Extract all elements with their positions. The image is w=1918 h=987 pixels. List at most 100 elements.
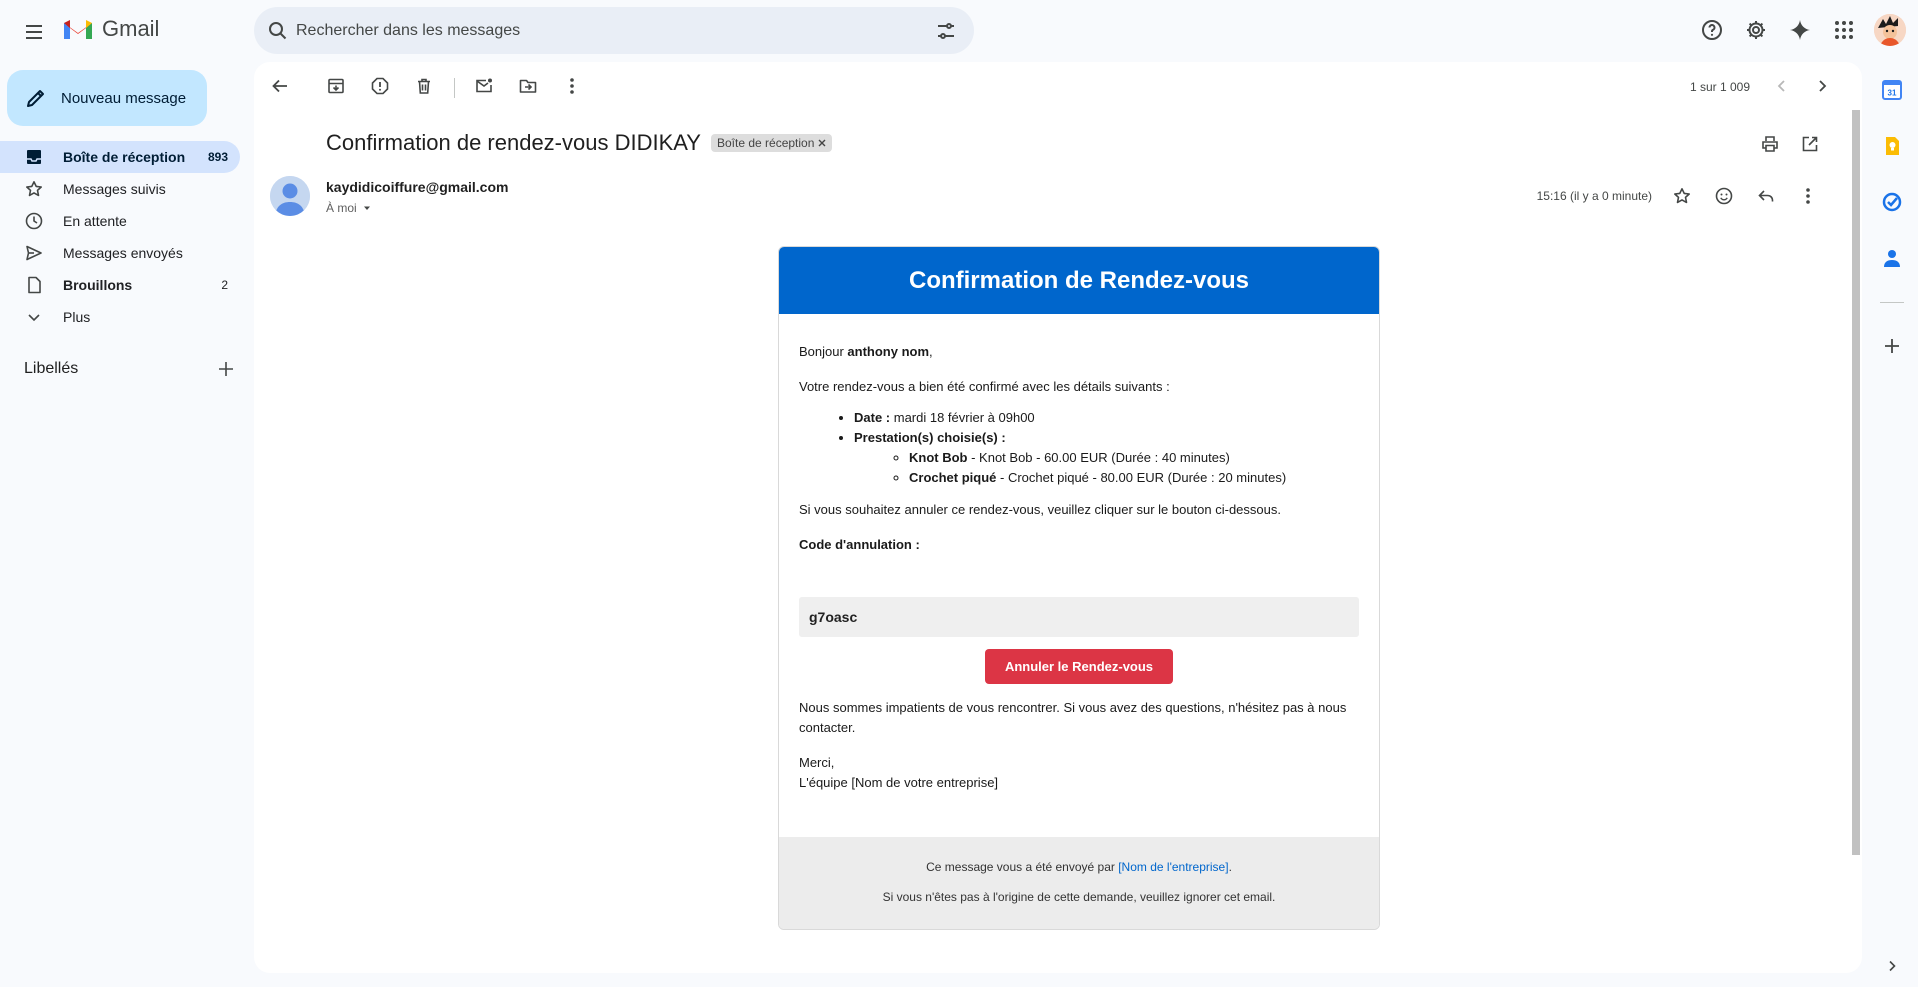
sidebar-item-label: Brouillons <box>63 277 133 293</box>
sidebar-item-label: Messages envoyés <box>63 245 183 261</box>
sidebar-item-drafts[interactable]: Brouillons 2 <box>0 269 240 301</box>
service-item: Crochet piqué - Crochet piqué - 80.00 EU… <box>909 468 1359 488</box>
sidebar-item-snoozed[interactable]: En attente <box>0 205 240 237</box>
services-label: Prestation(s) choisie(s) : <box>854 430 1006 445</box>
add-label-plus-icon[interactable] <box>218 361 234 377</box>
thanks-text: Merci, <box>799 755 835 770</box>
newer-chevron-left-icon[interactable] <box>1762 66 1802 106</box>
greeting-suffix: , <box>929 344 933 359</box>
inbox-icon <box>25 148 43 166</box>
gemini-sparkle-icon[interactable] <box>1780 10 1820 50</box>
date-item: Date : mardi 18 février à 09h00 <box>854 408 1359 428</box>
sidebar-item-label: Messages suivis <box>63 181 166 197</box>
greeting: Bonjour anthony nom, <box>799 342 1359 362</box>
footer-note: Si vous n'êtes pas à l'origine de cette … <box>882 890 1276 904</box>
back-arrow-icon[interactable] <box>260 66 300 106</box>
sender-avatar[interactable] <box>270 176 310 216</box>
compose-button[interactable]: Nouveau message <box>7 70 207 126</box>
sidebar-item-sent[interactable]: Messages envoyés <box>0 237 240 269</box>
sidebar-item-label: Boîte de réception <box>63 149 186 165</box>
search-bar[interactable] <box>254 7 974 54</box>
intro-text: Votre rendez-vous a bien été confirmé av… <box>799 379 1170 394</box>
more-vertical-icon[interactable] <box>552 66 592 106</box>
cancel-code-label: Code d'annulation : <box>799 537 920 552</box>
chevron-down-icon <box>25 308 43 326</box>
greeting-prefix: Bonjour <box>799 344 848 359</box>
apps-grid-icon[interactable] <box>1824 10 1864 50</box>
mark-unread-icon[interactable] <box>464 66 504 106</box>
draft-file-icon <box>25 276 43 294</box>
move-to-folder-icon[interactable] <box>508 66 548 106</box>
side-panel-divider <box>1880 302 1904 303</box>
email-body-card: Confirmation de Rendez-vous Bonjour anth… <box>778 246 1380 930</box>
sidebar-item-label: En attente <box>63 213 127 229</box>
older-chevron-right-icon[interactable] <box>1802 66 1842 106</box>
labels-title: Libellés <box>24 360 79 377</box>
show-side-panel-chevron-icon[interactable] <box>1876 950 1908 982</box>
report-spam-icon[interactable] <box>360 66 400 106</box>
draft-count: 2 <box>221 278 228 292</box>
open-new-window-icon[interactable] <box>1792 126 1828 162</box>
unread-count: 893 <box>207 150 228 164</box>
sidebar-item-inbox[interactable]: Boîte de réception 893 <box>0 141 240 173</box>
sidebar-item-starred[interactable]: Messages suivis <box>0 173 240 205</box>
message-more-vertical-icon[interactable] <box>1788 176 1828 216</box>
calendar-app-icon[interactable]: 31 <box>1876 74 1908 106</box>
search-options-icon[interactable] <box>922 7 970 55</box>
recipient-label: À moi <box>326 201 357 215</box>
footer-sent-by: Ce message vous a été envoyé par [Nom de… <box>779 860 1379 875</box>
date-label: Date : <box>854 410 891 425</box>
archive-icon[interactable] <box>316 66 356 106</box>
labels-section-header: Libellés <box>24 360 234 378</box>
send-icon <box>25 244 43 262</box>
side-panel: 31 <box>1866 62 1918 987</box>
settings-gear-icon[interactable] <box>1736 10 1776 50</box>
delete-trash-icon[interactable] <box>404 66 444 106</box>
compose-label: Nouveau message <box>61 89 187 107</box>
message-timestamp: 15:16 (il y a 0 minute) <box>1536 189 1652 203</box>
caret-down-icon[interactable] <box>361 202 373 214</box>
cancel-code-box: g7oasc <box>799 597 1359 637</box>
closing-text: Nous sommes impatients de vous rencontre… <box>799 700 1347 735</box>
keep-app-icon[interactable] <box>1876 130 1908 162</box>
email-footer: Ce message vous a été envoyé par [Nom de… <box>779 837 1379 929</box>
message-view: 1 sur 1 009 Confirmation de rendez-vous … <box>254 62 1862 973</box>
search-input[interactable] <box>296 21 922 40</box>
gmail-logo[interactable]: Gmail <box>62 16 159 42</box>
services-list: Knot Bob - Knot Bob - 60.00 EUR (Durée :… <box>909 448 1359 488</box>
calendar-day: 31 <box>1888 89 1897 98</box>
subject-actions <box>1752 126 1828 162</box>
star-message-icon[interactable] <box>1662 176 1702 216</box>
inbox-label-chip[interactable]: Boîte de réception <box>710 134 833 152</box>
contacts-app-icon[interactable] <box>1876 242 1908 274</box>
main-menu-icon[interactable] <box>14 12 54 52</box>
sidebar-nav: Boîte de réception 893 Messages suivis E… <box>0 141 240 333</box>
get-addons-plus-icon[interactable] <box>1876 330 1908 362</box>
emoji-reaction-icon[interactable] <box>1704 176 1744 216</box>
tasks-app-icon[interactable] <box>1876 186 1908 218</box>
pencil-icon <box>25 87 47 109</box>
message-scrollbar[interactable] <box>1850 110 1862 910</box>
print-icon[interactable] <box>1752 126 1788 162</box>
service-name: Knot Bob <box>909 450 968 465</box>
sender-email[interactable]: kaydidicoiffure@gmail.com <box>326 179 508 195</box>
scroll-thumb[interactable] <box>1852 110 1860 855</box>
company-link[interactable]: [Nom de l'entreprise] <box>1118 860 1228 874</box>
cancel-appointment-button[interactable]: Annuler le Rendez-vous <box>985 649 1173 684</box>
search-icon[interactable] <box>254 7 302 55</box>
email-header-title: Confirmation de Rendez-vous <box>908 266 1250 294</box>
help-icon[interactable] <box>1692 10 1732 50</box>
reply-icon[interactable] <box>1746 176 1786 216</box>
pagination-text: 1 sur 1 009 <box>1689 80 1750 94</box>
footer-suffix: . <box>1228 860 1232 874</box>
date-value: mardi 18 février à 09h00 <box>890 410 1035 425</box>
service-item: Knot Bob - Knot Bob - 60.00 EUR (Durée :… <box>909 448 1359 468</box>
account-avatar[interactable] <box>1874 14 1906 46</box>
recipient-details[interactable]: À moi <box>326 201 373 215</box>
footer-prefix: Ce message vous a été envoyé par <box>926 860 1119 874</box>
toolbar-divider <box>454 78 455 98</box>
remove-label-close-icon[interactable] <box>818 139 826 147</box>
sidebar-item-label: Plus <box>63 309 91 325</box>
top-right-actions <box>1692 10 1906 50</box>
sidebar-item-more[interactable]: Plus <box>0 301 240 333</box>
